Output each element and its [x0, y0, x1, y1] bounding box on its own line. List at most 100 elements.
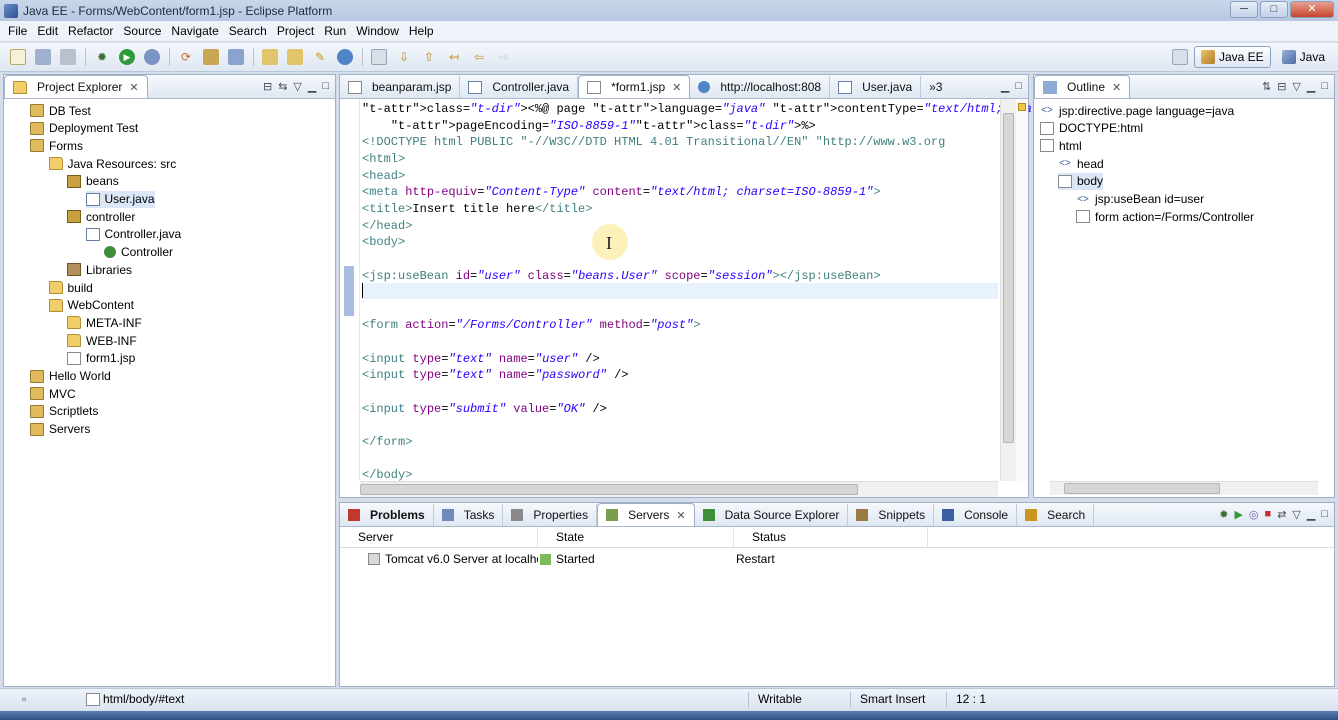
menu-source[interactable]: Source [118, 24, 166, 38]
code-editor[interactable]: "t-attr">class="t-dir"><%@ page "t-attr"… [340, 99, 1147, 497]
outline-tree-item[interactable]: form action=/Forms/Controller [1076, 208, 1254, 225]
project-tree-item[interactable]: User.java [85, 190, 155, 208]
project-tree-item[interactable]: beans [67, 173, 119, 190]
outline-tree-item[interactable]: <> jsp:useBean id=user [1076, 191, 1204, 208]
project-tree-item[interactable]: Controller [104, 244, 173, 261]
menu-navigate[interactable]: Navigate [166, 24, 223, 38]
menu-project[interactable]: Project [272, 24, 319, 38]
tab-form1-jsp[interactable]: *form1.jsp ✕ [578, 75, 691, 98]
tab-servers[interactable]: Servers ✕ [597, 503, 695, 526]
tab-beanparam-jsp[interactable]: beanparam.jsp [340, 76, 461, 98]
project-tree-item[interactable]: DB Test [30, 102, 91, 119]
stop-server-icon[interactable]: ■ [1265, 508, 1272, 521]
start-server-icon[interactable]: ▶ [1234, 508, 1242, 521]
outline-horizontal-scrollbar[interactable] [1050, 481, 1318, 495]
open-type-icon[interactable] [262, 49, 278, 65]
close-icon[interactable]: ✕ [672, 81, 681, 94]
sort-icon[interactable]: ⇅ [1262, 80, 1271, 93]
project-tree-item[interactable]: Forms [30, 137, 83, 154]
scroll-thumb[interactable] [360, 484, 858, 495]
close-icon[interactable]: ✕ [129, 81, 138, 94]
tab-user-java[interactable]: User.java [830, 76, 922, 98]
annotation-icon[interactable] [371, 49, 387, 65]
scroll-thumb[interactable] [1064, 483, 1220, 494]
forward-icon[interactable]: ⇨ [496, 49, 512, 65]
menu-edit[interactable]: Edit [32, 24, 63, 38]
code-line[interactable]: <input type="text" name="password" /> [362, 367, 629, 383]
new-icon[interactable] [10, 49, 26, 65]
view-menu-icon[interactable]: ▽ [1292, 508, 1300, 521]
project-tree-item[interactable]: Hello World [30, 368, 111, 385]
close-button[interactable]: ✕ [1290, 1, 1334, 18]
link-editor-icon[interactable]: ⇆ [278, 80, 287, 93]
view-menu-icon[interactable]: ▽ [293, 80, 301, 93]
tab-controller-java[interactable]: Controller.java [460, 76, 579, 98]
collapse-all-icon[interactable]: ⊟ [263, 80, 272, 93]
outline-tree-item[interactable]: <> jsp:directive.page language=java [1040, 102, 1234, 119]
scroll-thumb[interactable] [1003, 113, 1014, 443]
tab-project-explorer[interactable]: Project Explorer ✕ [4, 75, 148, 98]
minimize-icon[interactable]: ▁ [1307, 80, 1315, 93]
code-line[interactable]: <html> [362, 151, 405, 167]
minimize-icon[interactable]: ▁ [1001, 80, 1009, 93]
code-line[interactable]: </head> [362, 218, 412, 234]
tab-search[interactable]: Search [1017, 504, 1095, 526]
editor-vertical-scrollbar[interactable] [1000, 99, 1016, 481]
minimize-button[interactable]: ─ [1230, 1, 1258, 18]
code-line[interactable]: <input type="submit" value="OK" /> [362, 401, 607, 417]
project-tree-item[interactable]: Libraries [67, 261, 132, 278]
column-state[interactable]: State [538, 527, 734, 548]
debug-icon[interactable]: ✹ [94, 49, 110, 65]
fast-view-icon[interactable]: ▫ [22, 692, 26, 706]
back-icon[interactable]: ⇦ [471, 49, 487, 65]
project-tree-item[interactable]: META-INF [67, 314, 142, 331]
project-tree-item[interactable]: form1.jsp [67, 350, 135, 367]
prev-annotation-icon[interactable]: ⇧ [421, 49, 437, 65]
perspective-java-ee[interactable]: Java EE [1193, 46, 1271, 68]
menu-refactor[interactable]: Refactor [63, 24, 118, 38]
maximize-icon[interactable]: □ [1321, 80, 1328, 93]
tab-properties[interactable]: Properties [503, 504, 598, 526]
outline-tree-item[interactable]: <> head [1058, 155, 1104, 172]
table-row[interactable]: Tomcat v6.0 Server at localhos Started R… [340, 549, 1334, 569]
tab-console[interactable]: Console [934, 504, 1018, 526]
debug-server-icon[interactable]: ✹ [1219, 508, 1228, 521]
outline-tree-item[interactable]: body [1058, 172, 1104, 190]
project-tree-item[interactable]: Servers [30, 421, 90, 438]
maximize-icon[interactable]: □ [1321, 508, 1328, 521]
outline-tree-item[interactable]: html [1040, 137, 1082, 154]
tab-snippets[interactable]: Snippets [848, 504, 935, 526]
profile-server-icon[interactable]: ◎ [1249, 508, 1259, 521]
tabs-overflow[interactable]: »3 [921, 76, 950, 98]
maximize-icon[interactable]: □ [1015, 80, 1022, 93]
open-resource-icon[interactable] [287, 49, 303, 65]
next-annotation-icon[interactable]: ⇩ [396, 49, 412, 65]
minimize-icon[interactable]: ▁ [1307, 508, 1315, 521]
code-line[interactable]: <head> [362, 168, 405, 184]
code-line[interactable]: <title>Insert title here</title> [362, 201, 592, 217]
publish-icon[interactable]: ⇄ [1277, 508, 1286, 521]
print-icon[interactable] [60, 49, 76, 65]
code-line[interactable]: </form> [362, 434, 412, 450]
project-tree-item[interactable]: Controller.java [85, 226, 181, 243]
collapse-all-icon[interactable]: ⊟ [1277, 80, 1286, 93]
view-menu-icon[interactable]: ▽ [1292, 80, 1300, 93]
project-tree-item[interactable]: WebContent [48, 297, 134, 314]
column-server[interactable]: Server [340, 527, 538, 548]
close-icon[interactable]: ✕ [676, 509, 685, 522]
code-line[interactable]: "t-attr">pageEncoding="ISO-8859-1""t-att… [362, 118, 816, 134]
minimize-icon[interactable]: ▁ [308, 80, 316, 93]
save-icon[interactable] [35, 49, 51, 65]
editor-horizontal-scrollbar[interactable] [360, 481, 998, 497]
tab-data-source-explorer[interactable]: Data Source Explorer [695, 504, 849, 526]
code-line[interactable]: <jsp:useBean id="user" class="beans.User… [362, 268, 881, 284]
code-line[interactable]: <meta http-equiv="Content-Type" content=… [362, 184, 881, 200]
pencil-icon[interactable]: ✎ [312, 49, 328, 65]
code-line[interactable]: <!DOCTYPE html PUBLIC "-//W3C//DTD HTML … [362, 134, 945, 150]
server-icon[interactable] [203, 49, 219, 65]
code-line[interactable]: <body> [362, 234, 405, 250]
maximize-button[interactable]: □ [1260, 1, 1288, 18]
menu-help[interactable]: Help [404, 24, 439, 38]
close-icon[interactable]: ✕ [1112, 81, 1121, 94]
perspective-java[interactable]: Java [1275, 46, 1332, 68]
